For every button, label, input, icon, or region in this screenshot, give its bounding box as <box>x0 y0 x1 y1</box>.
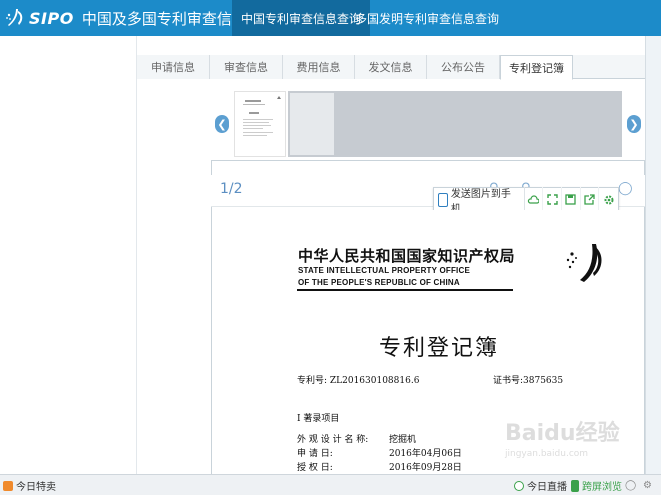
tab-label: 费用信息 <box>296 61 341 74</box>
cross-screen-label: 跨屏浏览 <box>582 482 622 493</box>
document-org-english-line2: OF THE PEOPLE'S REPUBLIC OF CHINA <box>298 278 460 287</box>
share-button[interactable] <box>581 187 600 212</box>
browser-status-bar: 今日特卖 今日直播 跨屏浏览 ◯ ⚙ <box>0 474 661 495</box>
tab-patent-register[interactable]: 专利登记簿 <box>500 55 573 80</box>
status-settings-icon[interactable]: ⚙ <box>643 475 652 495</box>
fullscreen-button[interactable] <box>543 187 562 212</box>
cloud-button[interactable] <box>525 187 544 212</box>
sipo-logo-icon <box>6 9 23 26</box>
gift-icon <box>3 480 13 491</box>
field-value-design-name: 挖掘机 <box>389 435 417 445</box>
document-org-chinese: 中华人民共和国国家知识产权局 <box>298 247 516 265</box>
tab-label: 专利登记簿 <box>509 61 564 75</box>
tab-label: 申请信息 <box>151 61 195 74</box>
cross-screen-button[interactable]: 跨屏浏览 <box>571 475 622 495</box>
field-value-application-date: 2016年04月06日 <box>389 449 462 459</box>
play-icon <box>514 480 524 491</box>
patent-number: 专利号: ZL201630108816.6 <box>297 376 420 386</box>
next-page-button[interactable]: ❯ <box>627 115 641 133</box>
cloud-icon <box>528 194 540 204</box>
send-to-phone-button[interactable]: 发送图片到手机 <box>434 187 525 215</box>
tab-label: 审查信息 <box>224 61 268 74</box>
thumbnail-page-placeholder <box>290 93 334 155</box>
prev-page-button[interactable]: ❮ <box>215 115 229 133</box>
certificate-number: 证书号:3875635 <box>493 376 564 386</box>
field-label-design-name: 外 观 设 计 名 称: <box>297 435 369 445</box>
field-value-grant-date: 2016年09月28日 <box>389 463 462 473</box>
logo-sipo-text: SIPO <box>29 8 74 28</box>
share-icon <box>584 194 595 205</box>
baidu-jingyan-watermark: Baidu经验 jingyan.baidu.com <box>505 415 635 467</box>
right-scroll-strip[interactable] <box>645 36 661 474</box>
tab-label: 公布公告 <box>441 61 485 74</box>
page-thumbnail-1[interactable] <box>234 91 286 157</box>
nav-tab-label: 多国发明专利审查信息查询 <box>355 11 500 26</box>
document-org-english-line1: STATE INTELLECTUAL PROPERTY OFFICE <box>298 266 470 275</box>
field-label-grant-date: 授 权 日: <box>297 463 333 473</box>
today-sale-label: 今日特卖 <box>16 482 56 493</box>
live-stream-label: 今日直播 <box>527 482 567 493</box>
chevron-left-icon: ❮ <box>217 117 227 131</box>
left-sidebar <box>0 36 137 474</box>
save-icon <box>565 194 576 205</box>
cnipa-emblem-icon <box>566 244 602 282</box>
phone-icon <box>571 479 579 492</box>
tab-fee-info[interactable]: 费用信息 <box>283 55 355 79</box>
tab-label: 发文信息 <box>368 61 413 74</box>
page-thumbnail-2[interactable] <box>288 91 622 157</box>
document-header-rule <box>297 289 513 291</box>
comment-icon[interactable]: ◯ <box>618 181 633 196</box>
page-indicator: 1/2 <box>220 181 243 197</box>
tab-notice-info[interactable]: 发文信息 <box>355 55 427 79</box>
settings-button[interactable] <box>599 187 618 212</box>
live-stream-button[interactable]: 今日直播 <box>514 475 567 495</box>
image-toolbar: 发送图片到手机 <box>433 187 619 215</box>
document-title: 专利登记簿 <box>379 336 500 361</box>
thumbnail-document-icon <box>243 96 281 136</box>
tab-application-info[interactable]: 申请信息 <box>137 55 210 79</box>
settings-icon <box>604 195 614 204</box>
tab-publication[interactable]: 公布公告 <box>427 55 500 79</box>
sub-tab-bar: 申请信息 审查信息 费用信息 发文信息 公布公告 专利登记簿 <box>137 55 645 80</box>
watermark-subtext: jingyan.baidu.com <box>505 449 589 459</box>
chevron-right-icon: ❯ <box>629 117 639 131</box>
nav-tab-label: 中国专利审查信息查询 <box>241 11 362 26</box>
tab-examination-info[interactable]: 审查信息 <box>210 55 283 79</box>
status-mute-icon[interactable]: ◯ <box>625 475 636 495</box>
nav-tab-multi-country[interactable]: 多国发明专利审查信息查询 <box>346 0 508 36</box>
field-label-application-date: 申 请 日: <box>297 449 333 459</box>
watermark-text: Baidu经验 <box>505 421 620 446</box>
today-sale-button[interactable]: 今日特卖 <box>3 475 56 495</box>
section-heading: I 著录项目 <box>297 414 340 424</box>
save-button[interactable] <box>562 187 581 212</box>
top-navigation-bar: SIPO 中国及多国专利审查信息查询 中国专利审查信息查询 多国发明专利审查信息… <box>0 0 661 36</box>
fullscreen-icon <box>546 194 558 205</box>
phone-icon <box>438 192 448 207</box>
